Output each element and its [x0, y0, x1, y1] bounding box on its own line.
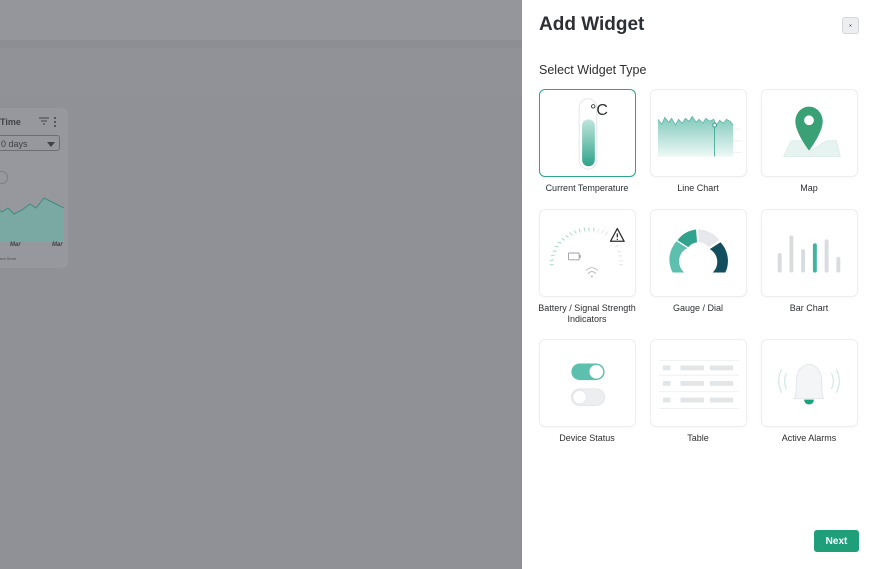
widget-tile-table[interactable]	[650, 339, 747, 427]
background-footer-text: ent Store	[0, 256, 17, 261]
widget-label: Device Status	[559, 433, 615, 443]
widget-label: Battery / Signal Strength Indicators	[538, 303, 636, 324]
more-vertical-icon	[54, 117, 56, 127]
widget-tile-gauge[interactable]	[650, 209, 747, 297]
filter-icon	[39, 117, 49, 125]
alarm-bell-icon	[778, 363, 840, 405]
widget-tile-map[interactable]	[761, 89, 858, 177]
section-label: Select Widget Type	[539, 63, 647, 77]
background-area-chart	[0, 197, 64, 242]
battery-signal-icon	[549, 227, 625, 278]
line-chart-icon	[657, 115, 742, 157]
background-toolbar	[0, 48, 522, 96]
widget-label: Active Alarms	[781, 433, 837, 443]
background-divider	[0, 40, 522, 48]
chevron-down-icon	[47, 142, 55, 147]
add-widget-drawer: Add Widget Select Widget Type °C Current…	[522, 0, 874, 569]
background-x-tick: Mar	[10, 242, 21, 248]
gauge-icon	[669, 229, 728, 273]
widget-tile-bar-chart[interactable]	[761, 209, 858, 297]
close-icon	[849, 24, 852, 27]
background-card-title: Time	[0, 117, 21, 127]
widget-tile-device-status[interactable]	[539, 339, 636, 427]
background-range-value: 0 days	[1, 139, 28, 149]
toggle-switch-icon	[570, 363, 605, 406]
widget-label: Table	[687, 433, 709, 443]
widget-label: Gauge / Dial	[672, 303, 724, 313]
temperature-unit: °C	[590, 102, 608, 119]
table-icon	[658, 360, 740, 409]
close-button[interactable]	[842, 17, 859, 34]
map-pin-icon	[782, 106, 841, 157]
thermometer-icon	[578, 98, 598, 170]
widget-tile-line-chart[interactable]	[650, 89, 747, 177]
background-pill	[0, 171, 8, 184]
background-x-tick: Mar	[52, 242, 63, 248]
bar-chart-icon	[777, 235, 841, 273]
widget-label: Bar Chart	[789, 303, 829, 313]
widget-tile-current-temperature[interactable]: °C	[539, 89, 636, 177]
widget-label: Line Chart	[677, 183, 719, 193]
background-header	[0, 0, 522, 40]
background-widget-card: Time 0 days Mar Mar ent Store	[0, 108, 68, 268]
next-button[interactable]: Next	[814, 530, 859, 552]
drawer-title: Add Widget	[539, 14, 645, 35]
widget-label: Map	[800, 183, 818, 193]
widget-label: Current Temperature	[545, 183, 629, 193]
widget-tile-battery-signal[interactable]	[539, 209, 636, 297]
widget-tile-active-alarms[interactable]	[761, 339, 858, 427]
background-range-select: 0 days	[0, 135, 60, 151]
